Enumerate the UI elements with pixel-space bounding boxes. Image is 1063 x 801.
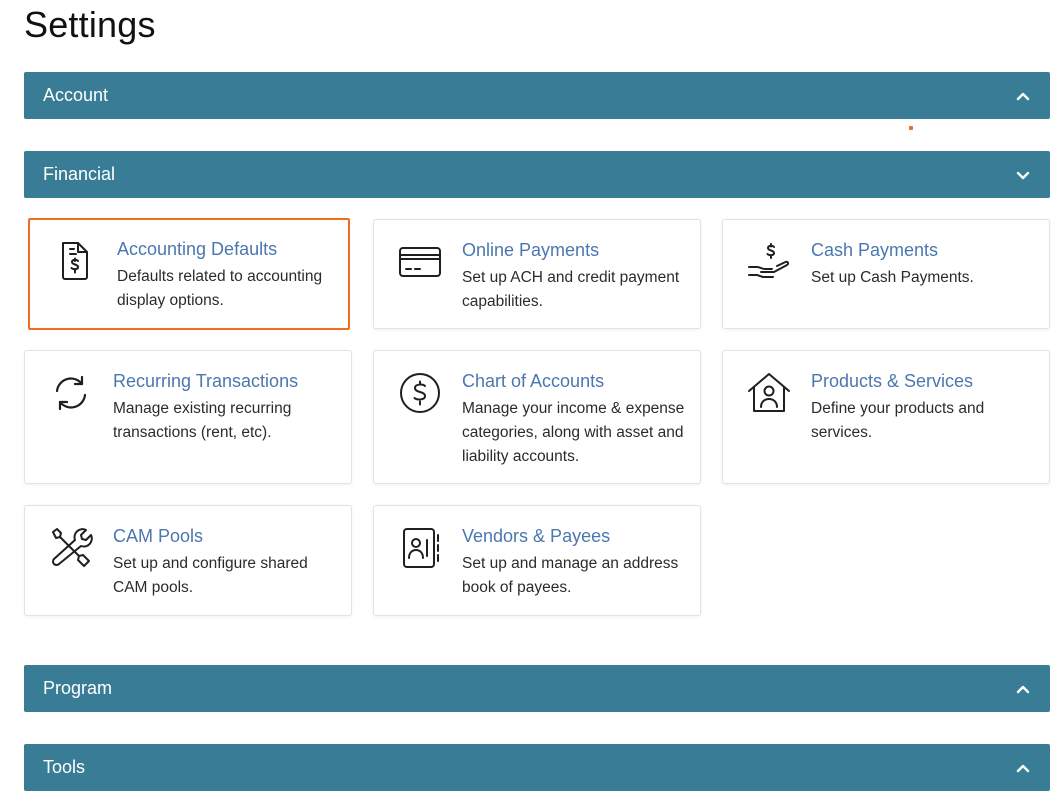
section-label-account: Account	[43, 85, 109, 105]
card-description: Set up and manage an address book of pay…	[462, 555, 679, 596]
section-header-financial[interactable]: Financial	[24, 151, 1050, 198]
chevron-up-icon	[1014, 759, 1032, 777]
card-cash-payments[interactable]: Cash Payments Set up Cash Payments.	[722, 219, 1050, 329]
card-description: Define your products and services.	[811, 400, 985, 441]
card-title: Vendors & Payees	[462, 526, 611, 546]
card-chart-of-accounts[interactable]: Chart of Accounts Manage your income & e…	[373, 350, 701, 484]
section-header-program[interactable]: Program	[24, 665, 1050, 712]
card-title: Cash Payments	[811, 240, 939, 260]
card-description: Set up Cash Payments.	[811, 269, 974, 286]
settings-page: Settings Account Financial Accounting De…	[0, 0, 1063, 801]
document-dollar-icon	[51, 237, 99, 285]
card-description: Set up ACH and credit payment capabiliti…	[462, 269, 680, 310]
card-title: Recurring Transactions	[113, 371, 299, 391]
card-title: Online Payments	[462, 240, 600, 260]
dollar-circle-icon	[396, 369, 444, 417]
hand-dollar-icon	[745, 238, 793, 286]
card-title: Accounting Defaults	[117, 239, 278, 259]
card-accounting-defaults[interactable]: Accounting Defaults Defaults related to …	[28, 218, 350, 330]
page-title: Settings	[24, 4, 156, 45]
tools-icon	[47, 524, 95, 572]
card-description: Manage your income & expense categories,…	[462, 400, 685, 465]
section-header-tools[interactable]: Tools	[24, 744, 1050, 791]
credit-card-icon	[396, 238, 444, 286]
chevron-up-icon	[1014, 680, 1032, 698]
refresh-icon	[47, 369, 95, 417]
card-online-payments[interactable]: Online Payments Set up ACH and credit pa…	[373, 219, 701, 329]
card-description: Defaults related to accounting display o…	[117, 268, 323, 309]
section-header-account[interactable]: Account	[24, 72, 1050, 119]
chevron-down-icon	[1014, 166, 1032, 184]
card-title: Products & Services	[811, 371, 974, 391]
section-label-program: Program	[43, 678, 113, 698]
section-label-financial: Financial	[43, 164, 116, 184]
card-recurring-transactions[interactable]: Recurring Transactions Manage existing r…	[24, 350, 352, 484]
address-book-icon	[396, 524, 444, 572]
card-vendors-payees[interactable]: Vendors & Payees Set up and manage an ad…	[373, 505, 701, 616]
cursor-dot	[909, 126, 913, 130]
card-products-services[interactable]: Products & Services Define your products…	[722, 350, 1050, 484]
section-label-tools: Tools	[43, 757, 86, 777]
card-title: Chart of Accounts	[462, 371, 605, 391]
card-description: Manage existing recurring transactions (…	[113, 400, 292, 441]
house-person-icon	[745, 369, 793, 417]
card-title: CAM Pools	[113, 526, 204, 546]
card-description: Set up and configure shared CAM pools.	[113, 555, 308, 596]
chevron-up-icon	[1014, 87, 1032, 105]
card-cam-pools[interactable]: CAM Pools Set up and configure shared CA…	[24, 505, 352, 616]
